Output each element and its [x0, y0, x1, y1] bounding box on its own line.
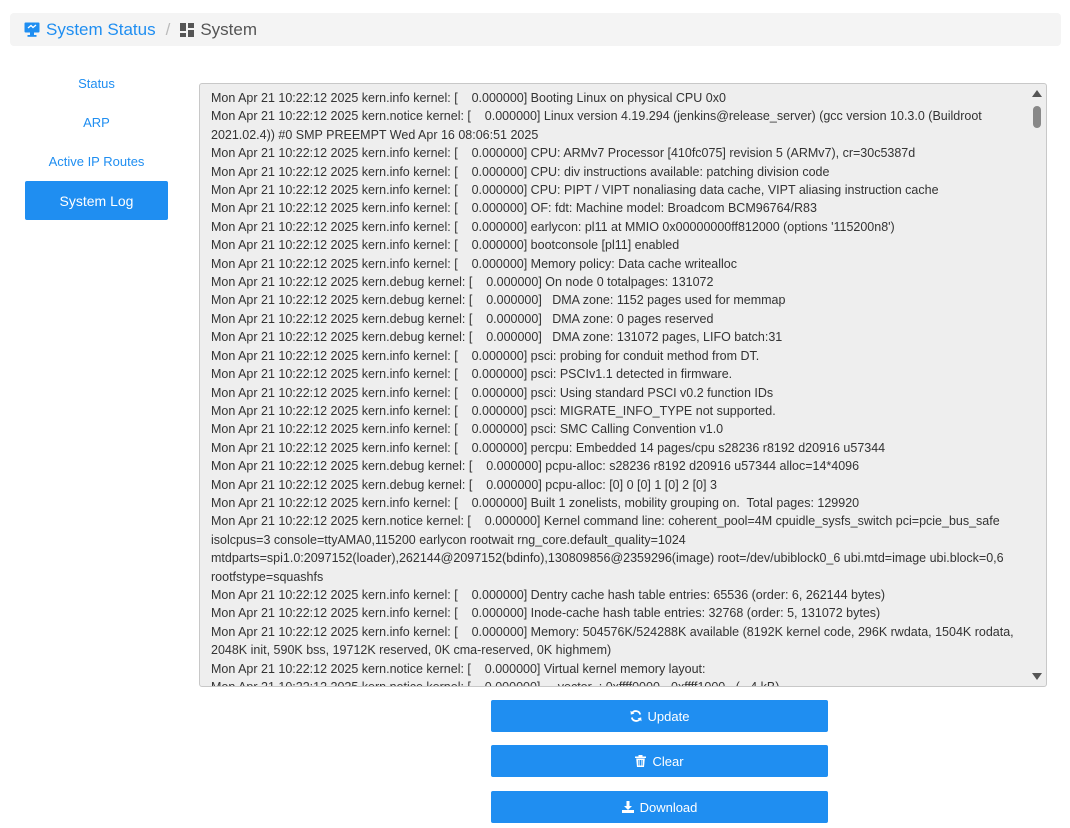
log-line: Mon Apr 21 10:22:12 2025 kern.debug kern…: [211, 459, 860, 474]
log-line: Mon Apr 21 10:22:12 2025 kern.notice ker…: [211, 661, 706, 676]
log-line: Mon Apr 21 10:22:12 2025 kern.info kerne…: [211, 367, 733, 382]
breadcrumb-system-status[interactable]: System Status: [24, 20, 156, 40]
log-line: Mon Apr 21 10:22:12 2025 kern.info kerne…: [211, 440, 886, 455]
download-button-label: Download: [639, 799, 698, 815]
breadcrumb-system: System: [180, 20, 257, 40]
log-line: Mon Apr 21 10:22:12 2025 kern.debug kern…: [211, 477, 717, 492]
system-log-content: Mon Apr 21 10:22:12 2025 kern.info kerne…: [211, 89, 1025, 686]
log-line: Mon Apr 21 10:22:12 2025 kern.info kerne…: [211, 403, 776, 418]
log-line: Mon Apr 21 10:22:12 2025 kern.info kerne…: [211, 146, 916, 161]
sidebar-item-label: Active IP Routes: [48, 154, 145, 169]
log-line: Mon Apr 21 10:22:12 2025 kern.info kerne…: [211, 606, 881, 621]
log-line: Mon Apr 21 10:22:12 2025 kern.info kerne…: [211, 348, 760, 363]
scroll-down-arrow-icon[interactable]: [1032, 673, 1042, 680]
sidebar-nav: Status ARP Active IP Routes System Log: [25, 64, 168, 220]
log-line: Mon Apr 21 10:22:12 2025 kern.debug kern…: [211, 330, 783, 345]
sidebar-item-label: System Log: [59, 192, 134, 209]
log-line: Mon Apr 21 10:22:12 2025 kern.info kerne…: [211, 422, 724, 437]
sidebar-item-system-log[interactable]: System Log: [25, 181, 168, 220]
log-line: Mon Apr 21 10:22:12 2025 kern.notice ker…: [211, 514, 1008, 584]
breadcrumb-current-label: System: [200, 19, 258, 39]
log-scrollbar[interactable]: [1030, 86, 1044, 684]
breadcrumb-root-label: System Status: [46, 19, 156, 39]
download-icon: [621, 801, 634, 813]
sidebar-item-active-ip-routes[interactable]: Active IP Routes: [25, 142, 168, 181]
log-line: Mon Apr 21 10:22:12 2025 kern.debug kern…: [211, 311, 714, 326]
update-button[interactable]: Update: [491, 700, 828, 732]
sidebar-item-label: ARP: [83, 115, 110, 130]
scroll-thumb[interactable]: [1033, 106, 1041, 128]
log-line: Mon Apr 21 10:22:12 2025 kern.notice ker…: [211, 678, 1025, 686]
log-line: Mon Apr 21 10:22:12 2025 kern.info kerne…: [211, 91, 726, 105]
sidebar-item-status[interactable]: Status: [25, 64, 168, 103]
log-line: Mon Apr 21 10:22:12 2025 kern.debug kern…: [211, 293, 786, 308]
log-line: Mon Apr 21 10:22:12 2025 kern.notice ker…: [211, 109, 986, 142]
update-button-label: Update: [647, 708, 690, 724]
log-line: Mon Apr 21 10:22:12 2025 kern.info kerne…: [211, 201, 817, 216]
breadcrumb: System Status / System: [10, 13, 1061, 46]
log-line: Mon Apr 21 10:22:12 2025 kern.debug kern…: [211, 275, 714, 290]
monitor-icon: [24, 22, 40, 37]
log-line: Mon Apr 21 10:22:12 2025 kern.info kerne…: [211, 385, 774, 400]
sidebar-item-label: Status: [78, 76, 115, 91]
scroll-up-arrow-icon[interactable]: [1032, 90, 1042, 97]
log-line: Mon Apr 21 10:22:12 2025 kern.info kerne…: [211, 587, 886, 602]
refresh-icon: [630, 710, 642, 722]
clear-button[interactable]: Clear: [491, 745, 828, 777]
clear-button-label: Clear: [652, 753, 684, 769]
trash-icon: [635, 755, 647, 767]
log-line: Mon Apr 21 10:22:12 2025 kern.info kerne…: [211, 183, 939, 198]
sidebar-item-arp[interactable]: ARP: [25, 103, 168, 142]
log-line: Mon Apr 21 10:22:12 2025 kern.info kerne…: [211, 495, 860, 510]
download-button[interactable]: Download: [491, 791, 828, 823]
system-log-textarea[interactable]: Mon Apr 21 10:22:12 2025 kern.info kerne…: [199, 83, 1047, 687]
log-line: Mon Apr 21 10:22:12 2025 kern.info kerne…: [211, 164, 830, 179]
log-line: Mon Apr 21 10:22:12 2025 kern.info kerne…: [211, 219, 895, 234]
log-line: Mon Apr 21 10:22:12 2025 kern.info kerne…: [211, 256, 737, 271]
log-line: Mon Apr 21 10:22:12 2025 kern.info kerne…: [211, 624, 1018, 658]
log-line: Mon Apr 21 10:22:12 2025 kern.info kerne…: [211, 238, 680, 253]
breadcrumb-separator: /: [165, 19, 171, 39]
grid-icon: [180, 22, 195, 37]
